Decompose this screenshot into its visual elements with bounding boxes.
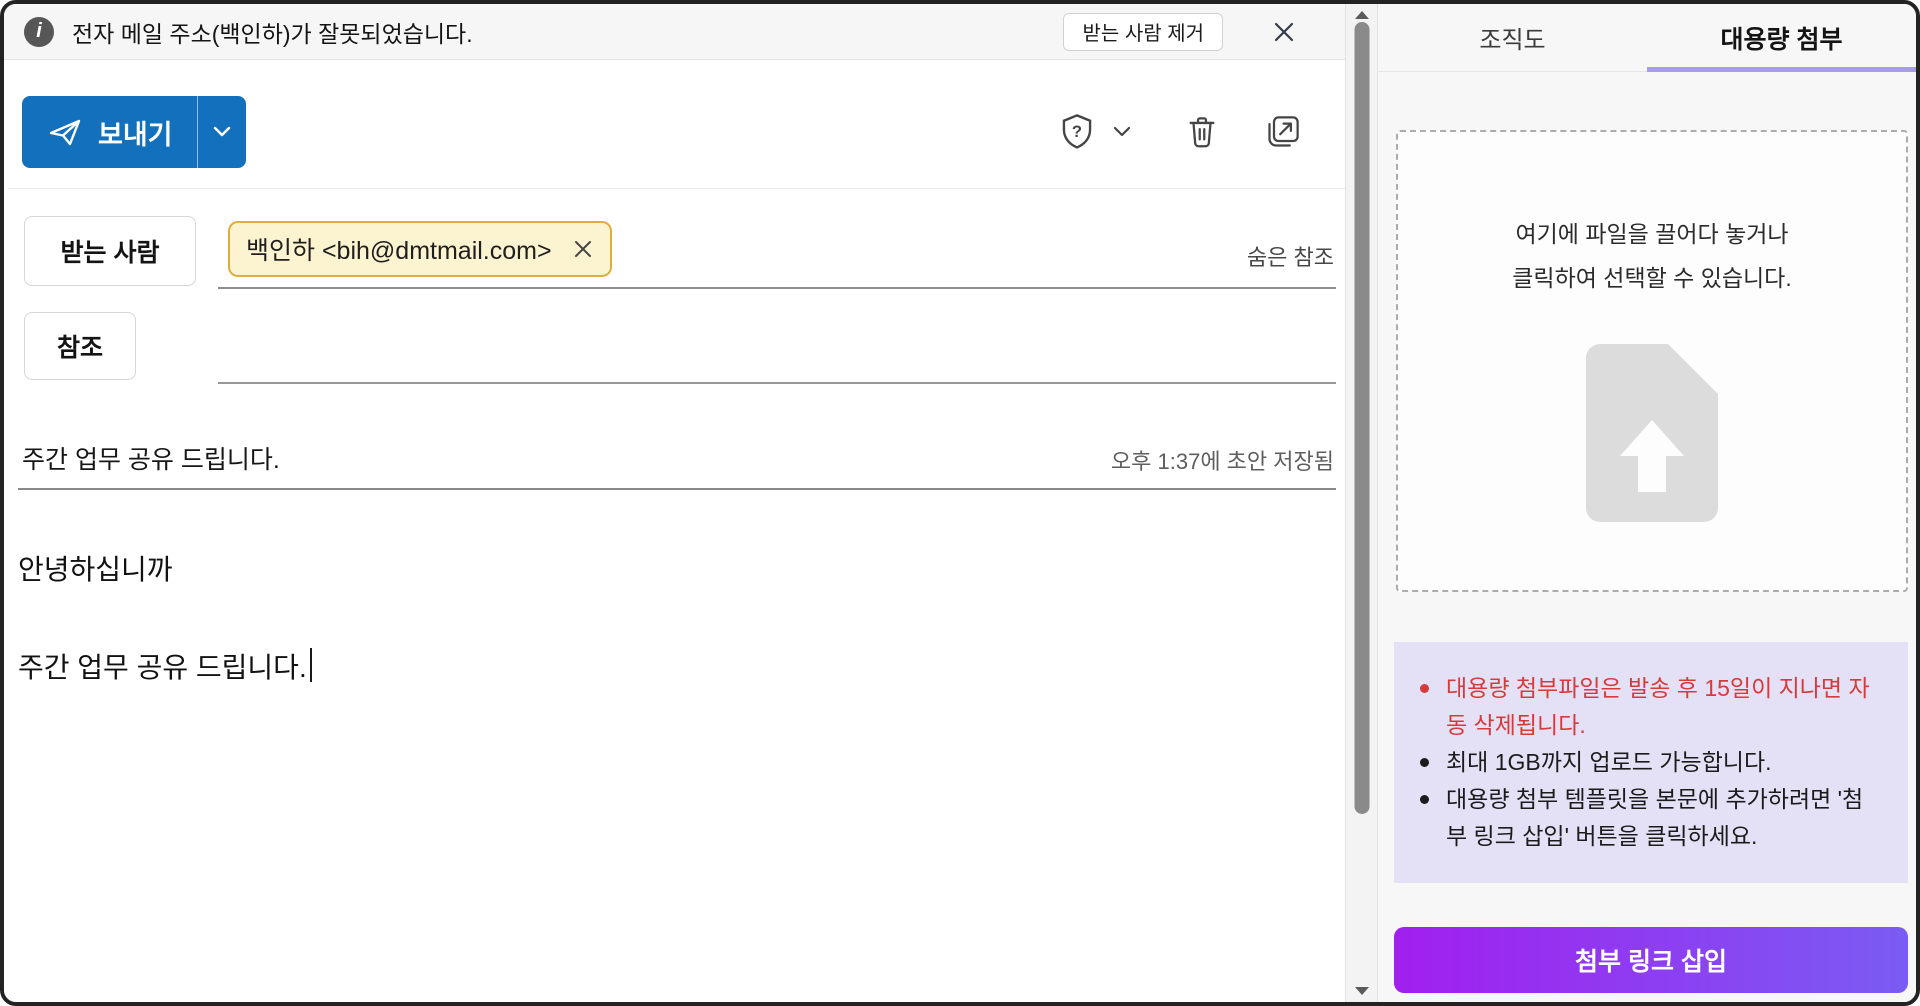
scroll-down-icon[interactable] [1354,987,1369,995]
dropzone-text-line2: 클릭하여 선택할 수 있습니다. [1512,265,1792,291]
scrollbar-thumb[interactable] [1354,22,1369,814]
error-message: 전자 메일 주소(백인하)가 잘못되었습니다. [72,20,473,47]
body-line: 주간 업무 공유 드립니다. [18,646,1325,686]
send-icon [49,119,81,146]
chevron-down-icon [1113,126,1131,137]
file-dropzone[interactable]: 여기에 파일을 끌어다 놓거나 클릭하여 선택할 수 있습니다. [1396,130,1908,592]
close-banner-button[interactable] [1269,17,1299,47]
bullet-icon [1420,684,1429,693]
close-icon [1274,22,1294,41]
recipient-chip-label: 백인하 <bih@dmtmail.com> [246,237,552,265]
body-line: 안녕하십니까 [18,554,173,585]
chevron-down-icon [213,126,230,137]
compose-toolbar-icons: ? [1059,100,1301,164]
open-in-new-window-button[interactable] [1265,114,1301,150]
vertical-scrollbar[interactable] [1345,4,1378,1002]
chip-remove-icon [574,241,591,257]
dropzone-text-line1: 여기에 파일을 끌어다 놓거나 [1515,221,1789,247]
note-item: 대용량 첨부파일은 발송 후 15일이 지나면 자동 삭제됩니다. [1420,670,1880,744]
remove-recipient-button[interactable]: 받는 사람 제거 [1063,12,1223,51]
draft-saved-status: 오후 1:37에 초안 저장됨 [1110,449,1334,474]
security-options-dropdown[interactable] [1111,125,1133,139]
send-button[interactable]: 보내기 [22,96,198,168]
message-body-editor[interactable]: 안녕하십니까 주간 업무 공유 드립니다. [18,548,1325,992]
security-shield-button[interactable]: ? [1059,113,1095,151]
send-options-dropdown[interactable] [198,96,246,168]
remove-chip-button[interactable] [572,238,594,260]
send-split-button: 보내기 [22,96,246,168]
tab-org-chart[interactable]: 조직도 [1378,4,1647,71]
text-cursor [309,648,312,682]
note-item: 최대 1GB까지 업로드 가능합니다. [1420,744,1880,781]
cc-input[interactable] [218,314,1336,382]
note-item: 대용량 첨부 템플릿을 본문에 추가하려면 '첨부 링크 삽입' 버튼을 클릭하… [1420,781,1880,855]
send-label: 보내기 [98,119,173,150]
tab-large-attachment[interactable]: 대용량 첨부 [1647,4,1916,72]
open-in-new-window-icon [1268,116,1299,147]
attachment-notes: 대용량 첨부파일은 발송 후 15일이 지나면 자동 삭제됩니다. 최대 1GB… [1394,642,1908,883]
shield-question-icon: ? [1062,114,1092,149]
subject-row: 주간 업무 공유 드립니다. 오후 1:37에 초안 저장됨 [18,434,1336,490]
discard-draft-button[interactable] [1185,113,1219,151]
recipient-chip[interactable]: 백인하 <bih@dmtmail.com> [228,221,612,277]
bullet-icon [1420,758,1429,767]
trash-icon [1189,117,1215,148]
attachment-side-panel: 조직도 대용량 첨부 여기에 파일을 끌어다 놓거나 클릭하여 선택할 수 있습… [1378,4,1916,1002]
to-button[interactable]: 받는 사람 [24,216,196,286]
bcc-toggle-link[interactable]: 숨은 참조 [1247,240,1334,272]
scroll-up-icon[interactable] [1354,11,1369,19]
insert-attachment-link-button[interactable]: 첨부 링크 삽입 [1394,927,1908,993]
side-panel-tabs: 조직도 대용량 첨부 [1378,4,1916,72]
bullet-icon [1420,795,1429,804]
to-field[interactable]: 백인하 <bih@dmtmail.com> 숨은 참조 [218,216,1336,289]
info-icon: i [24,16,54,47]
svg-text:?: ? [1072,122,1082,141]
compose-main-area: i 전자 메일 주소(백인하)가 잘못되었습니다. 받는 사람 제거 보내기 ? [4,4,1345,1002]
cc-field[interactable] [218,314,1336,384]
email-compose-window: i 전자 메일 주소(백인하)가 잘못되었습니다. 받는 사람 제거 보내기 ? [0,0,1920,1006]
file-upload-icon [1586,344,1718,522]
error-banner: i 전자 메일 주소(백인하)가 잘못되었습니다. 받는 사람 제거 [4,4,1345,60]
subject-input[interactable]: 주간 업무 공유 드립니다. [22,440,280,476]
cc-button[interactable]: 참조 [24,312,136,380]
toolbar-divider [8,188,1345,189]
